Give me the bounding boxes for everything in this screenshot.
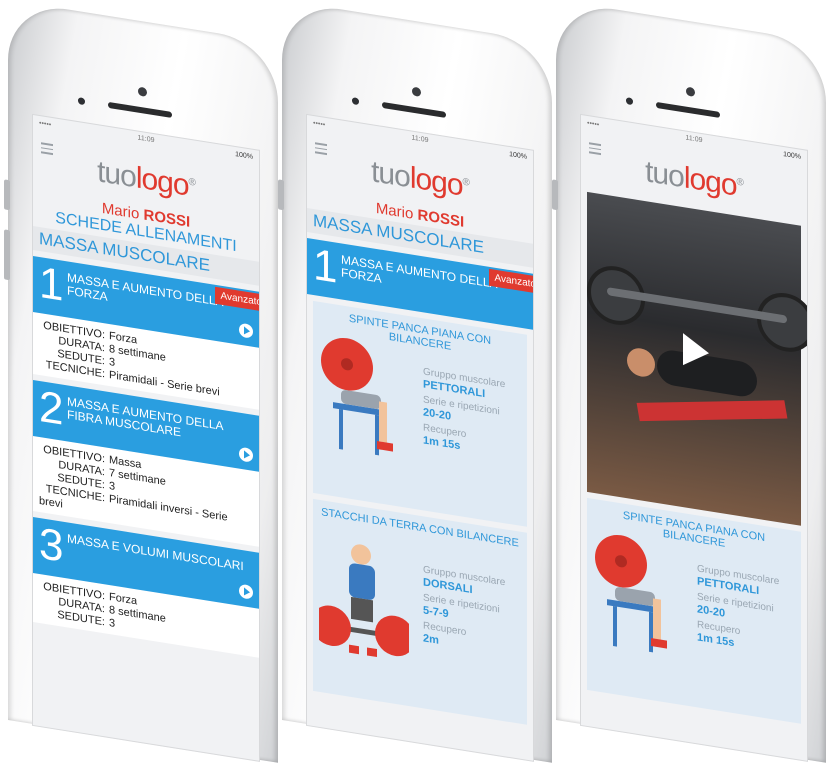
exercise-meta: Gruppo muscolare PETTORALI Serie e ripet… [423,366,505,463]
sensor [352,97,359,106]
phone-2: ••••• 11:09 100% tuologo® Mario ROSSI MA… [278,0,552,763]
exercise-meta: Gruppo muscolare DORSALI Serie e ripetiz… [423,564,505,661]
screen: ••••• 11:09 100% tuologo® Mario ROSSI SC… [32,113,260,762]
exercise-card[interactable]: STACCHI DA TERRA CON BILANCERE Gruppo mu… [313,498,527,725]
athlete-head [627,346,655,379]
exercise-card[interactable]: SPINTE PANCA PIANA CON BILANCERE Gruppo … [587,497,801,724]
screen: ••••• 11:09 100% tuologo® SPINTE PANCA P… [580,113,808,762]
menu-icon[interactable] [315,142,327,157]
bench-press-illustration [595,534,667,653]
status-time: 11:09 [411,134,429,145]
side-button [552,179,558,211]
video-play-icon[interactable] [683,333,709,370]
status-time: 11:09 [137,134,155,145]
menu-icon[interactable] [589,142,601,157]
front-camera [138,86,147,98]
sensor [626,97,633,106]
exercise-card[interactable]: SPINTE PANCA PIANA CON BILANCERE Gruppo … [313,300,527,527]
phone-1: ••••• 11:09 100% tuologo® Mario ROSSI SC… [4,0,278,763]
play-icon[interactable] [239,583,253,600]
battery-icon: 100% [783,150,801,161]
side-button [4,179,10,211]
speaker [382,101,446,118]
plan-number: 3 [39,518,64,572]
menu-icon[interactable] [41,142,53,157]
exercise-video[interactable] [587,191,808,526]
side-button [4,229,10,281]
deadlift-illustration [319,544,409,658]
exercise-meta: Gruppo muscolare PETTORALI Serie e ripet… [697,563,779,660]
speaker [108,101,172,118]
speaker [656,101,720,118]
screen: ••••• 11:09 100% tuologo® Mario ROSSI MA… [306,113,534,762]
plan-number: 1 [313,239,338,293]
side-button [278,179,284,211]
signal-icon: ••••• [313,119,326,129]
plan-number: 2 [39,381,64,435]
signal-icon: ••••• [587,119,600,129]
battery-icon: 100% [509,150,527,161]
status-time: 11:09 [685,134,703,145]
signal-icon: ••••• [39,119,52,129]
phone-3: ••••• 11:09 100% tuologo® SPINTE PANCA P… [552,0,826,763]
battery-icon: 100% [235,150,253,161]
sensor [78,97,85,106]
front-camera [412,86,421,98]
front-camera [686,86,695,98]
bench [636,400,788,422]
plan-number: 1 [39,257,64,311]
bench-press-illustration [321,337,393,456]
